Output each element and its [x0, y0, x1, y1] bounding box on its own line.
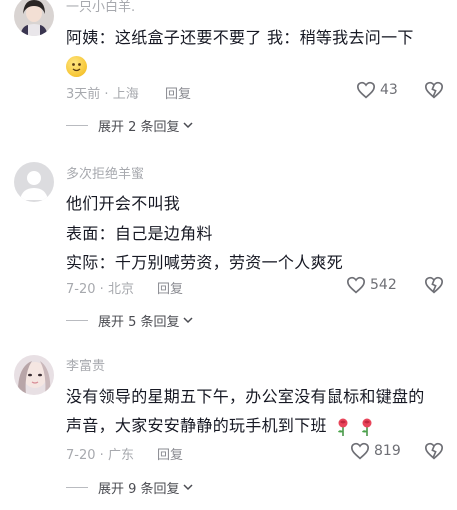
expand-replies-button[interactable]: 展开 2 条回复 — [66, 116, 193, 135]
comment-time: 7-20 — [66, 448, 96, 463]
reply-button[interactable]: 回复 — [165, 83, 191, 102]
expand-replies-button[interactable]: 展开 5 条回复 — [66, 311, 193, 330]
girl-avatar-icon — [14, 0, 54, 36]
comment-text: 实际：千万别喊劳资，劳资一个人爽死 — [66, 253, 344, 272]
like-button[interactable]: 43 — [356, 81, 398, 99]
comment-username[interactable]: 多次拒绝羊蜜 — [66, 163, 144, 182]
comment-text: 阿姨：这纸盒子还要不要了 我：稍等我去问一下 — [66, 28, 414, 47]
expand-replies-label: 展开 9 条回复 — [98, 482, 180, 497]
heart-outline-icon — [356, 81, 376, 99]
avatar[interactable] — [14, 162, 54, 202]
comment-username[interactable]: 一只小白羊. — [66, 0, 135, 15]
comment-meta: 7-20 · 广东 — [66, 444, 134, 463]
default-user-avatar-icon — [14, 162, 54, 202]
chevron-down-icon — [183, 122, 193, 129]
expand-replies-label: 展开 5 条回复 — [98, 315, 180, 330]
comment-meta: 7-20 · 北京 — [66, 278, 134, 297]
like-count: 43 — [380, 82, 398, 98]
comment-text: 表面：自己是边角料 — [66, 224, 213, 243]
rose-emoji-icon — [338, 418, 348, 436]
chevron-down-icon — [183, 484, 193, 491]
comment-location: 北京 — [107, 282, 134, 297]
comment-time: 3天前 — [66, 87, 101, 102]
emoji-face-icon — [66, 56, 87, 77]
expand-replies-button[interactable]: 展开 9 条回复 — [66, 478, 193, 497]
reply-button[interactable]: 回复 — [157, 278, 183, 297]
like-button[interactable]: 819 — [350, 442, 401, 460]
like-count: 819 — [374, 443, 401, 459]
comment-text-segment: 声音，大家安安静静的玩手机到下班 — [66, 416, 327, 435]
girl-avatar-icon — [14, 355, 54, 395]
comment-meta: 3天前 · 上海 — [66, 83, 139, 102]
comment-username[interactable]: 李富贵 — [66, 355, 105, 374]
meta-separator: · — [104, 87, 109, 102]
comment-location: 广东 — [107, 448, 134, 463]
like-button[interactable]: 542 — [346, 276, 397, 294]
like-count: 542 — [370, 277, 397, 293]
chevron-down-icon — [183, 317, 193, 324]
broken-heart-icon — [424, 276, 444, 294]
comment-item: 一只小白羊. 阿姨：这纸盒子还要不要了 我：稍等我去问一下 3天前 · 上海 回… — [0, 0, 457, 145]
comment-text: 声音，大家安安静静的玩手机到下班 — [66, 412, 374, 437]
avatar[interactable] — [14, 355, 54, 395]
avatar[interactable] — [14, 0, 54, 36]
comment-item: 多次拒绝羊蜜 他们开会不叫我 表面：自己是边角料 实际：千万别喊劳资，劳资一个人… — [0, 160, 457, 335]
reply-button[interactable]: 回复 — [157, 444, 183, 463]
comment-text: 没有领导的星期五下午，办公室没有鼠标和键盘的 — [66, 387, 425, 406]
heart-outline-icon — [346, 276, 366, 294]
dislike-button[interactable] — [424, 442, 444, 464]
dislike-button[interactable] — [424, 81, 444, 103]
comment-item: 李富贵 没有领导的星期五下午，办公室没有鼠标和键盘的 声音，大家安安静静的玩手机… — [0, 352, 457, 510]
comment-time: 7-20 — [66, 282, 96, 297]
expand-divider — [66, 487, 88, 488]
meta-separator: · — [99, 282, 104, 297]
broken-heart-icon — [424, 81, 444, 99]
expand-divider — [66, 320, 88, 321]
comment-location: 上海 — [112, 87, 139, 102]
comment-text: 他们开会不叫我 — [66, 194, 181, 213]
expand-divider — [66, 125, 88, 126]
broken-heart-icon — [424, 442, 444, 460]
rose-emoji-icon — [361, 418, 372, 436]
meta-separator: · — [99, 448, 104, 463]
expand-replies-label: 展开 2 条回复 — [98, 120, 180, 135]
heart-outline-icon — [350, 442, 370, 460]
dislike-button[interactable] — [424, 276, 444, 298]
